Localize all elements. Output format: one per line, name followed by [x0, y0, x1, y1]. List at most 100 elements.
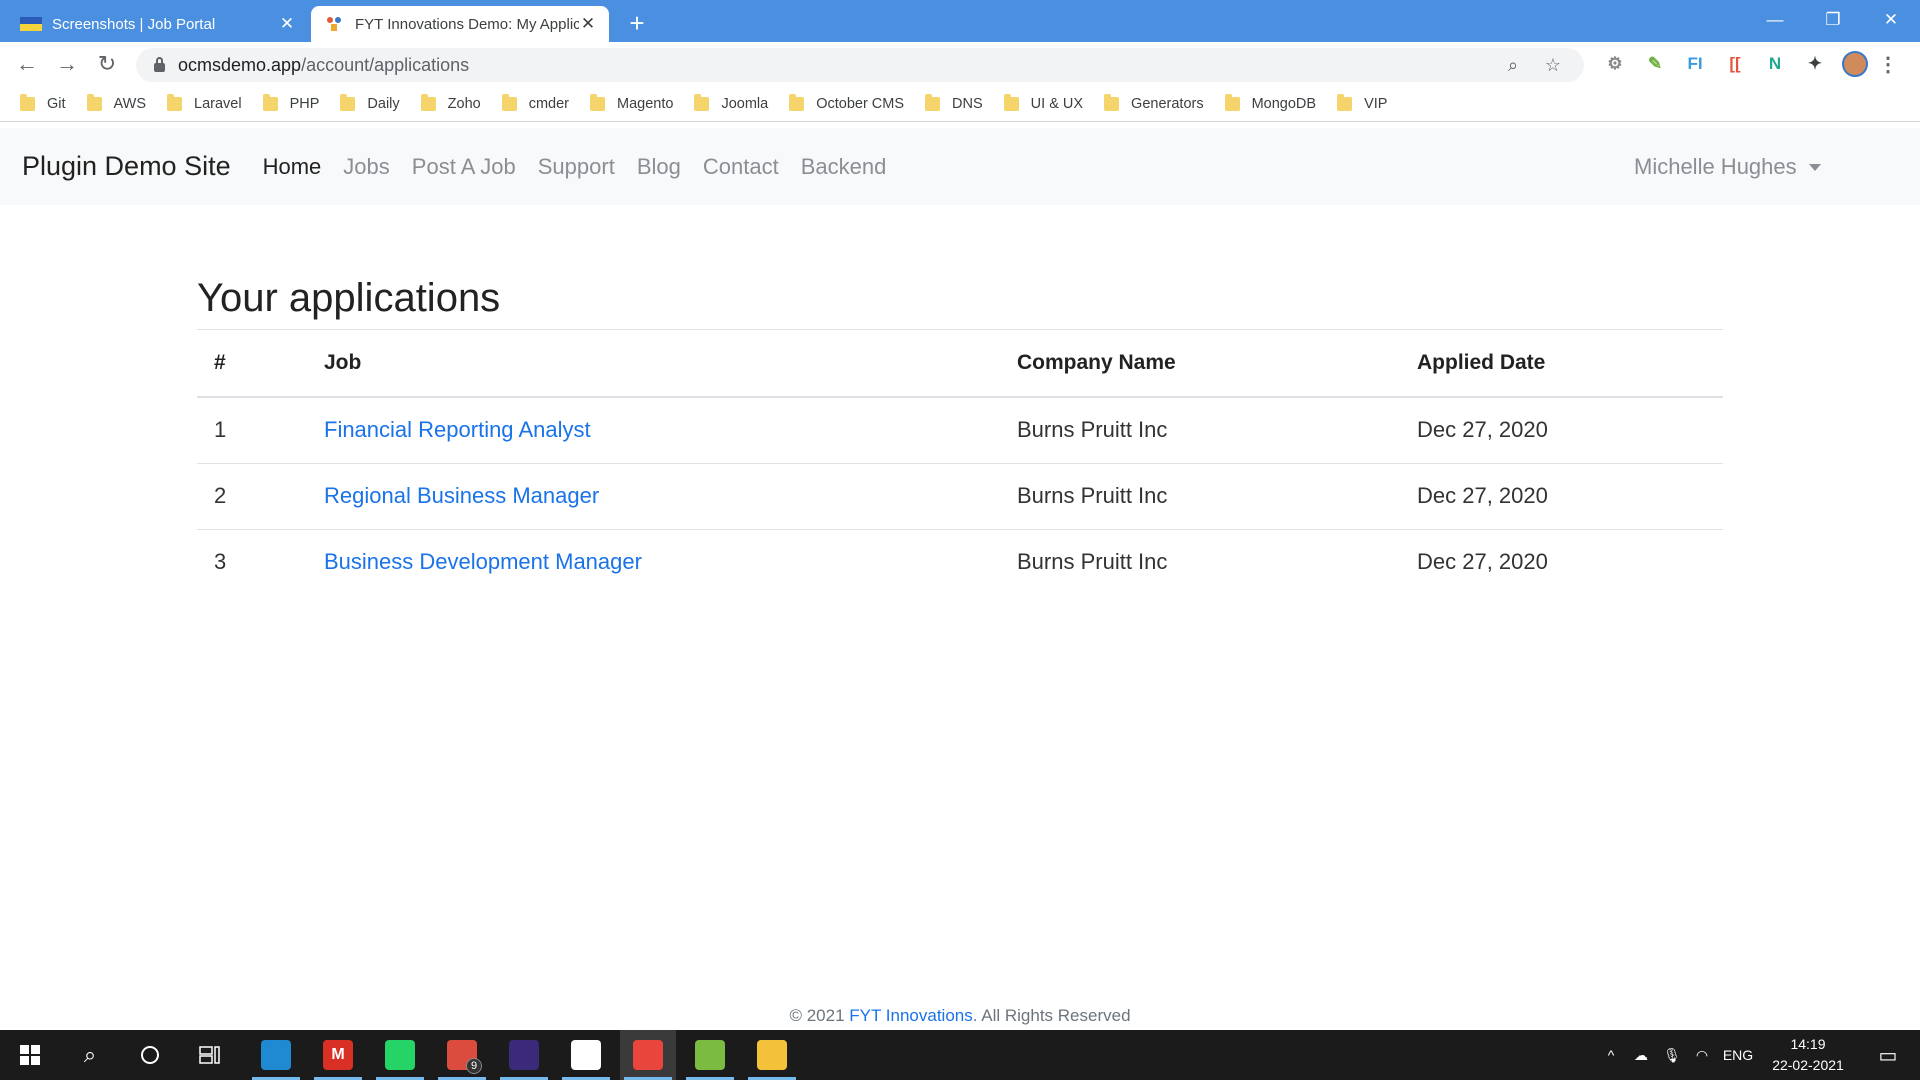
browser-tab-screenshots[interactable]: Screenshots | Job Portal ✕: [8, 6, 308, 42]
footer-rights: . All Rights Reserved: [972, 1006, 1131, 1025]
company-name: Burns Pruitt Inc: [1000, 463, 1400, 530]
back-arrow-icon[interactable]: ←: [12, 49, 42, 79]
task-view-icon[interactable]: [182, 1030, 238, 1080]
search-icon[interactable]: ⌕: [62, 1030, 118, 1080]
microphone-icon[interactable]: 🎙: [1658, 1047, 1686, 1064]
nav-jobs[interactable]: Jobs: [343, 154, 389, 180]
bookmark-label: Git: [47, 95, 66, 112]
eyedropper-extension-icon[interactable]: ✎: [1635, 49, 1675, 79]
taskbar-app-whatsapp[interactable]: [372, 1030, 428, 1080]
bookmark-vip[interactable]: VIP: [1337, 93, 1388, 112]
browser-tab-strip: Screenshots | Job Portal ✕ FYT Innovatio…: [0, 0, 1920, 42]
url-text[interactable]: ocmsdemo.app/account/applications: [178, 55, 469, 76]
zoom-icon[interactable]: ⌕: [1500, 52, 1526, 78]
folder-icon: [590, 93, 606, 111]
notification-center-icon[interactable]: ▭: [1860, 1030, 1916, 1080]
gmail-icon: M: [323, 1040, 353, 1070]
lock-icon: [152, 56, 166, 72]
folder-icon: [694, 93, 710, 111]
windows-start-icon[interactable]: [0, 1030, 60, 1080]
bookmark-october-cms[interactable]: October CMS: [789, 93, 905, 112]
close-tab-icon[interactable]: ✕: [278, 14, 296, 33]
fyt-logo-icon: [323, 16, 345, 32]
bookmark-git[interactable]: Git: [20, 93, 66, 112]
bookmark-daily[interactable]: Daily: [340, 93, 400, 112]
language-indicator[interactable]: ENG: [1718, 1047, 1758, 1063]
taskbar-app-vscode[interactable]: [248, 1030, 304, 1080]
notification-badge: 9: [466, 1058, 482, 1074]
user-dropdown[interactable]: Michelle Hughes: [1634, 128, 1821, 205]
footer-copyright: © 2021: [789, 1006, 850, 1025]
bookmark-laravel[interactable]: Laravel: [167, 93, 242, 112]
bookmark-label: Daily: [367, 95, 400, 112]
bookmark-ui-ux[interactable]: UI & UX: [1003, 93, 1083, 112]
clock-date: 22-02-2021: [1772, 1057, 1844, 1073]
nav-support[interactable]: Support: [538, 154, 615, 180]
folder-icon: [1104, 93, 1120, 111]
close-tab-icon[interactable]: ✕: [579, 14, 597, 33]
new-tab-plus-icon[interactable]: +: [622, 8, 652, 38]
job-link[interactable]: Business Development Manager: [324, 549, 642, 574]
nav-blog[interactable]: Blog: [637, 154, 681, 180]
bookmarks-bar: Git AWS Laravel PHP Daily Zoho cmder Magento Joo…: [0, 86, 1920, 122]
taskbar-app-terminal[interactable]: [682, 1030, 738, 1080]
company-name: Burns Pruitt Inc: [1000, 397, 1400, 464]
bookmark-zoho[interactable]: Zoho: [420, 93, 481, 112]
n-extension-icon[interactable]: N: [1755, 49, 1795, 79]
taskbar-app-todoist[interactable]: 9: [434, 1030, 490, 1080]
nav-contact[interactable]: Contact: [703, 154, 779, 180]
bracket-extension-icon[interactable]: [[: [1715, 49, 1755, 79]
puzzle-extensions-icon[interactable]: ✦: [1795, 49, 1835, 79]
bookmark-generators[interactable]: Generators: [1104, 93, 1204, 112]
reload-icon[interactable]: ↻: [92, 49, 122, 79]
site-brand[interactable]: Plugin Demo Site: [22, 151, 231, 182]
applications-table: # Job Company Name Applied Date 1 Financ…: [197, 330, 1723, 595]
fi-extension-icon[interactable]: FI: [1675, 49, 1715, 79]
browser-tab-my-applications[interactable]: FYT Innovations Demo: My Applic ✕: [311, 6, 609, 42]
bw-app-icon: [571, 1040, 601, 1070]
taskbar-app-explorer[interactable]: [744, 1030, 800, 1080]
folder-icon: [167, 93, 183, 111]
profile-avatar[interactable]: [1835, 49, 1875, 79]
footer-company-link[interactable]: FYT Innovations: [849, 1006, 972, 1025]
address-bar[interactable]: ocmsdemo.app/account/applications ⌕ ☆: [136, 48, 1584, 82]
bookmark-mongodb[interactable]: MongoDB: [1224, 93, 1316, 112]
taskbar-app-chrome[interactable]: [620, 1030, 676, 1080]
bookmark-label: VIP: [1364, 95, 1388, 112]
whatsapp-icon: [385, 1040, 415, 1070]
nav-post-a-job[interactable]: Post A Job: [412, 154, 516, 180]
taskbar-app-gmail[interactable]: M: [310, 1030, 366, 1080]
gear-extension-icon[interactable]: ⚙: [1595, 49, 1635, 79]
chevron-up-icon[interactable]: ^: [1598, 1047, 1624, 1063]
cortana-icon[interactable]: [122, 1030, 178, 1080]
nav-home[interactable]: Home: [263, 154, 322, 180]
bookmark-magento[interactable]: Magento: [590, 93, 673, 112]
taskbar-app-app-purple[interactable]: [496, 1030, 552, 1080]
bookmark-cmder[interactable]: cmder: [501, 93, 569, 112]
close-window-icon[interactable]: ✕: [1862, 0, 1920, 40]
chrome-menu-icon[interactable]: ⋮: [1875, 49, 1901, 79]
bookmark-joomla[interactable]: Joomla: [694, 93, 768, 112]
column-header-company: Company Name: [1000, 330, 1400, 398]
job-link[interactable]: Regional Business Manager: [324, 483, 599, 508]
folder-icon: [1337, 93, 1353, 111]
bookmark-aws[interactable]: AWS: [86, 93, 146, 112]
folder-icon: [501, 93, 517, 111]
bookmark-label: PHP: [289, 95, 320, 112]
nav-backend[interactable]: Backend: [801, 154, 887, 180]
onedrive-cloud-icon[interactable]: ☁: [1624, 1047, 1658, 1064]
taskbar-app-app-bw[interactable]: [558, 1030, 614, 1080]
bookmark-star-icon[interactable]: ☆: [1540, 52, 1566, 78]
restore-icon[interactable]: ❐: [1804, 0, 1862, 40]
job-link[interactable]: Financial Reporting Analyst: [324, 417, 591, 442]
table-row: 1 Financial Reporting Analyst Burns Prui…: [197, 397, 1723, 464]
minimize-icon[interactable]: —: [1746, 0, 1804, 40]
clock[interactable]: 14:19 22-02-2021: [1762, 1034, 1854, 1076]
table-row: 2 Regional Business Manager Burns Pruitt…: [197, 463, 1723, 530]
applied-date: Dec 27, 2020: [1400, 397, 1723, 464]
forward-arrow-icon[interactable]: →: [52, 49, 82, 79]
bookmark-dns[interactable]: DNS: [925, 93, 983, 112]
bookmark-label: October CMS: [816, 95, 905, 112]
wifi-icon[interactable]: ◠: [1686, 1047, 1718, 1064]
bookmark-php[interactable]: PHP: [262, 93, 320, 112]
